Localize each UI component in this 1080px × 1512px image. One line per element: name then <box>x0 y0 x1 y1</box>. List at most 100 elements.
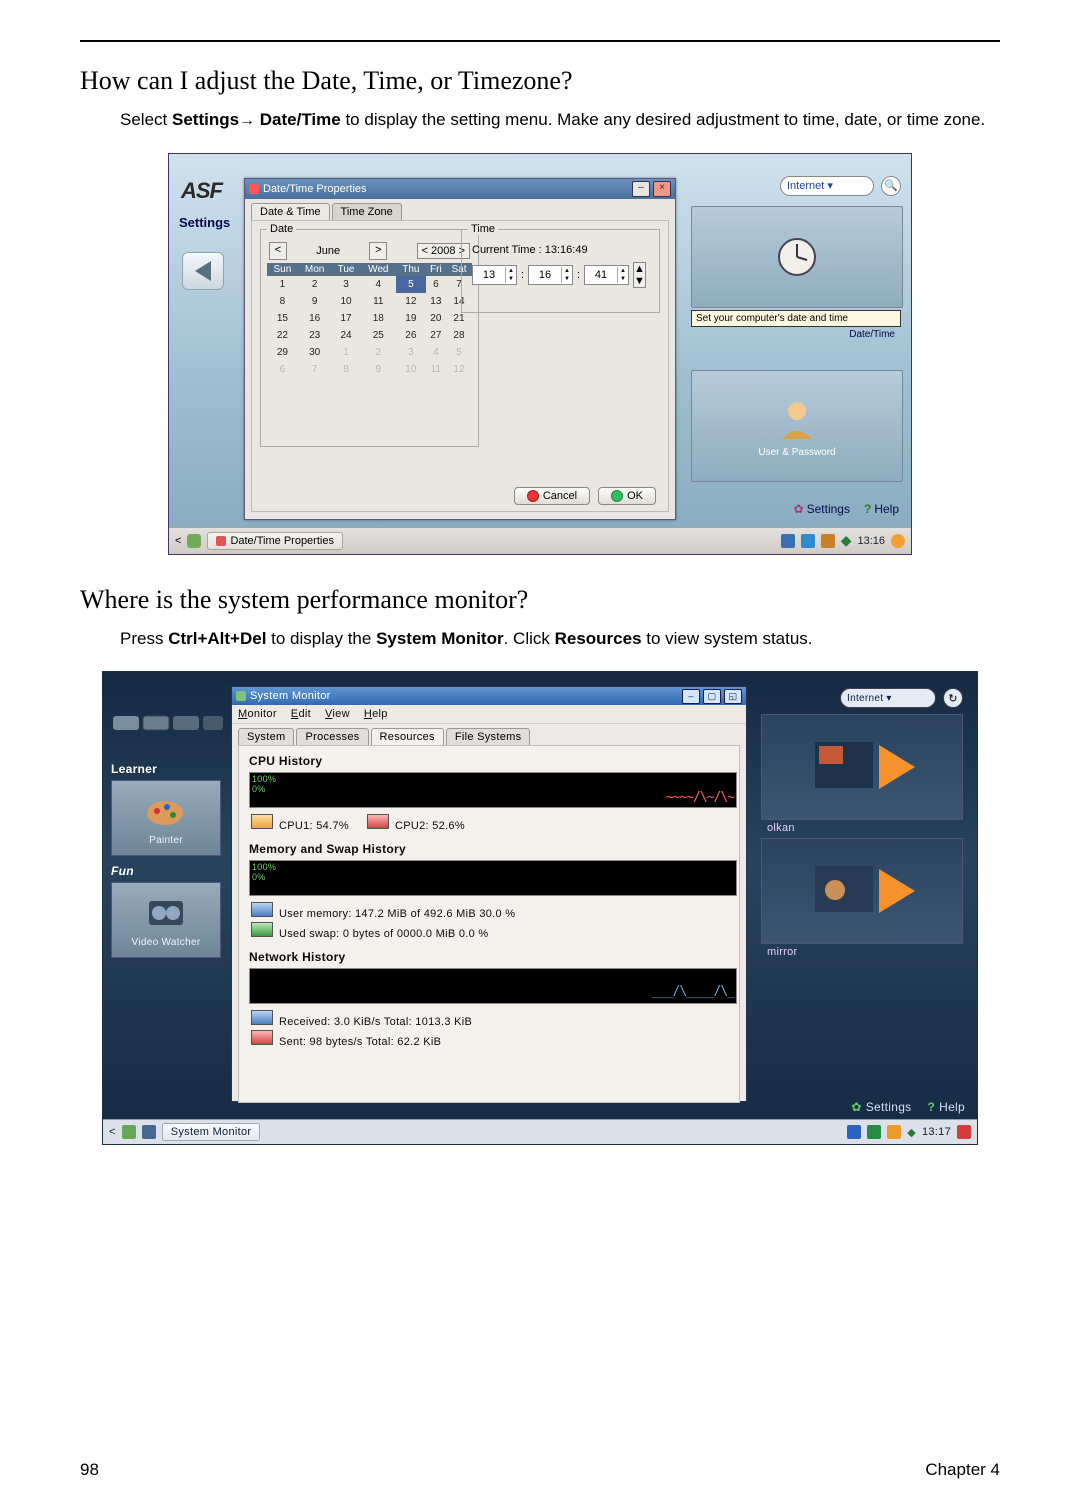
titlebar[interactable]: System Monitor –▢◱ <box>232 687 746 705</box>
menu-edit[interactable]: Edit <box>291 708 311 720</box>
datetime-tile[interactable] <box>691 206 903 308</box>
home-icon[interactable] <box>122 1125 136 1139</box>
help-link[interactable]: ? Help <box>864 502 899 516</box>
hour-input[interactable] <box>473 268 505 282</box>
day-cell-selected[interactable]: 5 <box>396 276 426 293</box>
day-cell[interactable]: 18 <box>361 310 396 327</box>
minimize-button[interactable]: – <box>682 689 700 704</box>
day-cell[interactable]: 10 <box>396 361 426 378</box>
tray-icon[interactable] <box>821 534 835 548</box>
minimize-button[interactable]: – <box>632 181 650 197</box>
day-cell[interactable]: 24 <box>331 327 360 344</box>
day-cell[interactable]: 30 <box>298 344 332 361</box>
day-cell[interactable]: 1 <box>267 276 298 293</box>
day-cell[interactable]: 20 <box>426 310 446 327</box>
tray-icon[interactable] <box>801 534 815 548</box>
settings-link[interactable]: ✿Settings <box>794 502 850 516</box>
tray-icon[interactable] <box>847 1125 861 1139</box>
power-icon[interactable] <box>957 1125 971 1139</box>
minute-input[interactable] <box>529 268 561 282</box>
day-cell[interactable]: 11 <box>361 293 396 310</box>
gear-icon: ✿ <box>794 502 804 516</box>
user-password-tile[interactable]: User & Password <box>691 370 903 482</box>
settings-link[interactable]: ✿Settings <box>851 1100 911 1114</box>
day-cell[interactable]: 16 <box>298 310 332 327</box>
search-combo[interactable]: Internet ▾ <box>780 176 874 196</box>
taskbar-prev[interactable]: < <box>175 535 181 547</box>
tray-icon[interactable] <box>887 1125 901 1139</box>
tray-icon[interactable] <box>867 1125 881 1139</box>
help-link[interactable]: ? Help <box>927 1100 965 1114</box>
tray-icon[interactable] <box>781 534 795 548</box>
taskbar-prev[interactable]: < <box>109 1126 116 1138</box>
day-cell[interactable]: 8 <box>331 361 360 378</box>
taskbar-item[interactable]: Date/Time Properties <box>207 532 343 550</box>
day-cell[interactable]: 3 <box>396 344 426 361</box>
day-cell[interactable]: 5 <box>446 344 472 361</box>
day-cell[interactable]: 28 <box>446 327 472 344</box>
day-cell[interactable]: 6 <box>267 361 298 378</box>
day-cell[interactable]: 17 <box>331 310 360 327</box>
day-cell[interactable]: 9 <box>361 361 396 378</box>
day-cell[interactable]: 11 <box>426 361 446 378</box>
day-cell[interactable]: 10 <box>331 293 360 310</box>
tab-system[interactable]: System <box>238 728 294 745</box>
tab-resources[interactable]: Resources <box>371 728 444 745</box>
menu-monitor[interactable]: Monitor <box>238 708 277 720</box>
close-button[interactable]: × <box>653 181 671 197</box>
sidebar-tile-video[interactable]: Video Watcher <box>111 882 221 958</box>
menu-help[interactable]: Help <box>364 708 388 720</box>
ok-button[interactable]: OK <box>598 487 656 505</box>
hour-spinner[interactable]: ▲▼ <box>472 265 517 285</box>
cancel-button[interactable]: Cancel <box>514 487 590 505</box>
restore-button[interactable]: ◱ <box>724 689 742 704</box>
search-button[interactable]: 🔍 <box>881 176 901 196</box>
tab-time-zone[interactable]: Time Zone <box>332 203 402 220</box>
prev-month-button[interactable]: < <box>269 242 287 260</box>
second-spinner[interactable]: ▲▼ <box>584 265 629 285</box>
day-cell[interactable]: 4 <box>426 344 446 361</box>
day-cell[interactable]: 2 <box>298 276 332 293</box>
day-cell[interactable]: 2 <box>361 344 396 361</box>
day-cell[interactable]: 12 <box>396 293 426 310</box>
day-cell[interactable]: 8 <box>267 293 298 310</box>
category-title: Learner <box>111 762 227 776</box>
second-input[interactable] <box>585 268 617 282</box>
minute-spinner[interactable]: ▲▼ <box>528 265 573 285</box>
right-tile[interactable] <box>761 714 963 820</box>
swatch-icon <box>251 902 273 917</box>
day-cell[interactable]: 9 <box>298 293 332 310</box>
search-combo[interactable]: Internet ▾ <box>840 688 936 708</box>
day-cell[interactable]: 6 <box>426 276 446 293</box>
day-cell[interactable]: 29 <box>267 344 298 361</box>
date-group: Date < June > < 2008 > Sun Mon Tue <box>260 229 479 447</box>
day-cell[interactable]: 25 <box>361 327 396 344</box>
day-cell[interactable]: 13 <box>426 293 446 310</box>
day-cell[interactable]: 15 <box>267 310 298 327</box>
search-button[interactable]: ↻ <box>943 688 963 708</box>
day-cell[interactable]: 27 <box>426 327 446 344</box>
back-button[interactable] <box>182 252 224 290</box>
home-icon[interactable] <box>187 534 201 548</box>
day-cell[interactable]: 4 <box>361 276 396 293</box>
day-cell[interactable]: 23 <box>298 327 332 344</box>
taskbar-item[interactable]: System Monitor <box>162 1123 261 1141</box>
day-cell[interactable]: 12 <box>446 361 472 378</box>
power-icon[interactable] <box>891 534 905 548</box>
day-cell[interactable]: 19 <box>396 310 426 327</box>
day-cell[interactable]: 7 <box>298 361 332 378</box>
next-month-button[interactable]: > <box>369 242 387 260</box>
tab-date-time[interactable]: Date & Time <box>251 203 330 220</box>
day-cell[interactable]: 1 <box>331 344 360 361</box>
day-cell[interactable]: 3 <box>331 276 360 293</box>
maximize-button[interactable]: ▢ <box>703 689 721 704</box>
day-cell[interactable]: 26 <box>396 327 426 344</box>
titlebar[interactable]: Date/Time Properties – × <box>245 179 675 199</box>
right-tile[interactable] <box>761 838 963 944</box>
menu-view[interactable]: View <box>325 708 350 720</box>
taskbar-icon[interactable] <box>142 1125 156 1139</box>
day-cell[interactable]: 22 <box>267 327 298 344</box>
tab-processes[interactable]: Processes <box>296 728 368 745</box>
tab-filesystems[interactable]: File Systems <box>446 728 531 745</box>
sidebar-tile-painter[interactable]: Painter <box>111 780 221 856</box>
